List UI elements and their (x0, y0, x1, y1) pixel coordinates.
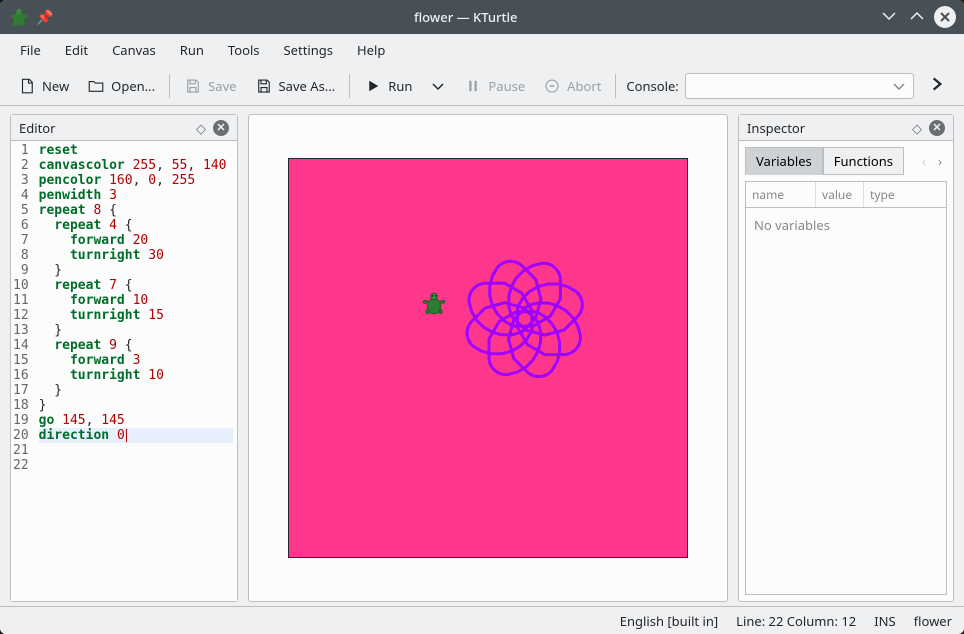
close-panel-icon[interactable]: ✕ (213, 120, 229, 136)
status-language: English [built in] (620, 612, 718, 630)
status-mode: INS (874, 612, 895, 630)
abort-icon (543, 77, 561, 95)
inspector-panel: Inspector ◇ ✕ VariablesFunctions ‹ › nam… (738, 114, 954, 602)
menu-help[interactable]: Help (347, 36, 395, 64)
toolbar: New Open... Save Save As... Run Pause (0, 66, 964, 106)
status-filename: flower (914, 612, 952, 630)
saveas-icon (255, 77, 273, 95)
titlebar: 📌 flower — KTurtle (0, 0, 964, 34)
menu-canvas[interactable]: Canvas (102, 36, 166, 64)
editor-header: Editor ◇ ✕ (11, 115, 237, 141)
tab-next[interactable]: › (933, 150, 947, 172)
inspector-title: Inspector (747, 119, 805, 137)
window-title: flower — KTurtle (53, 8, 878, 26)
pause-button: Pause (456, 73, 533, 99)
menubar: FileEditCanvasRunToolsSettingsHelp (0, 34, 964, 66)
chevron-down-icon (430, 78, 446, 94)
variables-header: namevaluetype (746, 182, 946, 208)
inspector-tabs: VariablesFunctions ‹ › (745, 147, 947, 175)
code-editor[interactable]: 12345678910111213141516171819202122 rese… (11, 141, 237, 601)
separator (615, 74, 616, 98)
open-label: Open... (111, 77, 155, 95)
column-value[interactable]: value (816, 182, 864, 207)
separator (169, 74, 170, 98)
statusbar: English [built in] Line: 22 Column: 12 I… (0, 606, 964, 634)
open-folder-icon (87, 77, 105, 95)
app-window: 📌 flower — KTurtle FileEditCanvasRunTool… (0, 0, 964, 634)
saveas-label: Save As... (279, 77, 336, 95)
tab-prev: ‹ (917, 150, 931, 172)
chevron-down-icon[interactable] (891, 78, 907, 94)
new-button[interactable]: New (10, 73, 77, 99)
play-icon (364, 77, 382, 95)
run-button[interactable]: Run (356, 73, 420, 99)
turtle-canvas (288, 158, 688, 558)
abort-button: Abort (535, 73, 609, 99)
column-name[interactable]: name (746, 182, 816, 207)
detach-icon[interactable]: ◇ (193, 120, 209, 136)
column-type[interactable]: type (864, 182, 904, 207)
close-panel-icon[interactable]: ✕ (929, 120, 945, 136)
menu-file[interactable]: File (10, 36, 51, 64)
turtle-sprite (421, 291, 447, 317)
run-label: Run (388, 77, 412, 95)
tab-variables[interactable]: Variables (745, 147, 823, 175)
code-area[interactable]: resetcanvascolor 255, 55, 140pencolor 16… (35, 141, 237, 601)
separator (349, 74, 350, 98)
menu-edit[interactable]: Edit (55, 36, 98, 64)
variables-table: namevaluetype No variables (745, 181, 947, 595)
status-position: Line: 22 Column: 12 (736, 612, 856, 630)
menu-settings[interactable]: Settings (274, 36, 343, 64)
pin-icon[interactable]: 📌 (36, 8, 53, 27)
save-button: Save (176, 73, 244, 99)
maximize-button[interactable] (906, 6, 928, 28)
pause-label: Pause (488, 77, 525, 95)
new-file-icon (18, 77, 36, 95)
saveas-button[interactable]: Save As... (247, 73, 344, 99)
run-dropdown[interactable] (422, 74, 454, 98)
inspector-body: VariablesFunctions ‹ › namevaluetype No … (739, 141, 953, 601)
menu-tools[interactable]: Tools (218, 36, 270, 64)
save-icon (184, 77, 202, 95)
line-gutter: 12345678910111213141516171819202122 (11, 141, 35, 601)
console-label: Console: (626, 77, 678, 95)
drawing-layer (289, 159, 689, 559)
content-area: Editor ◇ ✕ 12345678910111213141516171819… (0, 106, 964, 606)
minimize-button[interactable] (878, 6, 900, 28)
open-button[interactable]: Open... (79, 73, 163, 99)
new-label: New (42, 77, 69, 95)
editor-panel: Editor ◇ ✕ 12345678910111213141516171819… (10, 114, 238, 602)
save-label: Save (208, 77, 236, 95)
pause-icon (464, 77, 482, 95)
toolbar-overflow[interactable] (920, 71, 954, 101)
editor-title: Editor (19, 119, 56, 137)
canvas-panel (248, 114, 728, 602)
close-button[interactable] (934, 6, 956, 28)
variables-empty: No variables (746, 208, 946, 242)
abort-label: Abort (567, 77, 601, 95)
app-icon (8, 6, 30, 28)
console-input[interactable] (685, 73, 914, 99)
inspector-header: Inspector ◇ ✕ (739, 115, 953, 141)
menu-run[interactable]: Run (170, 36, 214, 64)
detach-icon[interactable]: ◇ (909, 120, 925, 136)
tab-functions[interactable]: Functions (823, 147, 904, 175)
